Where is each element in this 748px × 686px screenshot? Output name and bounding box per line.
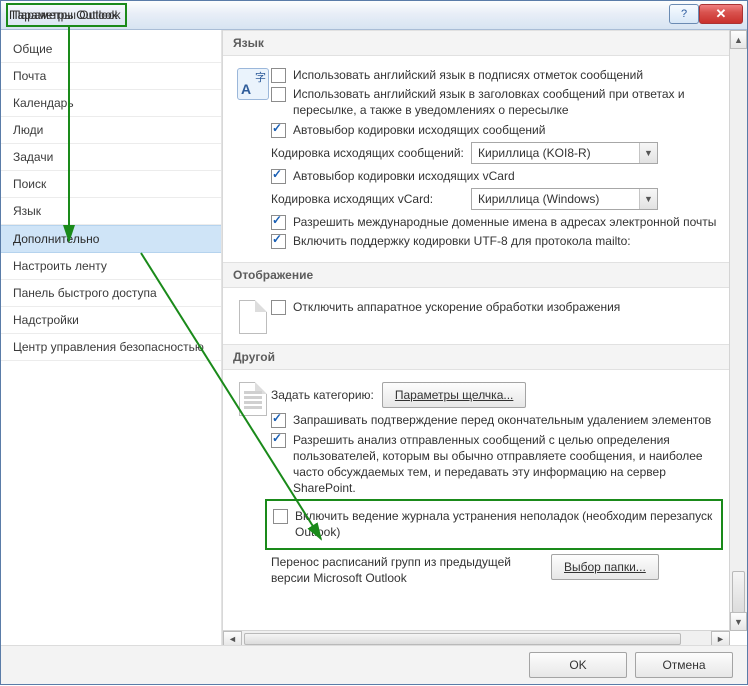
label-vcard-encoding: Кодировка исходящих vCard: <box>271 192 471 206</box>
dialog-footer: OK Отмена <box>1 645 747 684</box>
scroll-thumb[interactable] <box>732 571 745 613</box>
label-set-category: Задать категорию: <box>271 388 374 402</box>
checkbox-auto-vcard[interactable] <box>271 169 286 184</box>
label-confirm-delete: Запрашивать подтверждение перед окончате… <box>293 412 717 428</box>
sidebar-item-mail[interactable]: Почта <box>1 63 221 90</box>
window-buttons: ? ✕ <box>669 4 743 24</box>
checkbox-utf8-mailto[interactable] <box>271 234 286 249</box>
chevron-down-icon[interactable]: ▼ <box>639 143 657 163</box>
sidebar-item-tasks[interactable]: Задачи <box>1 144 221 171</box>
sidebar-item-search[interactable]: Поиск <box>1 171 221 198</box>
section-header-other: Другой <box>223 344 729 370</box>
label-idn: Разрешить международные доменные имена в… <box>293 214 717 230</box>
checkbox-confirm-delete[interactable] <box>271 413 286 428</box>
combo-vcard-encoding[interactable]: Кириллица (Windows)▼ <box>471 188 658 210</box>
choose-folder-button[interactable]: Выбор папки... <box>551 554 659 580</box>
label-english-signatures: Использовать английский язык в подписях … <box>293 67 717 83</box>
other-icon <box>239 382 267 416</box>
checkbox-english-headers[interactable] <box>271 87 286 102</box>
sidebar-item-people[interactable]: Люди <box>1 117 221 144</box>
sidebar-item-advanced[interactable]: Дополнительно <box>1 225 221 253</box>
vertical-scrollbar[interactable]: ▲ ▼ <box>729 30 747 631</box>
help-button[interactable]: ? <box>669 4 699 24</box>
checkbox-hwaccel[interactable] <box>271 300 286 315</box>
checkbox-logging[interactable] <box>273 509 288 524</box>
checkbox-auto-encoding[interactable] <box>271 123 286 138</box>
options-window: Параметры Outlook Параметры Outlook ? ✕ … <box>0 0 748 685</box>
scroll-area: Язык Использовать английский язык в подп… <box>223 30 729 631</box>
checkbox-sharepoint[interactable] <box>271 433 286 448</box>
section-header-display: Отображение <box>223 262 729 288</box>
sidebar-item-addins[interactable]: Надстройки <box>1 307 221 334</box>
category-sidebar: Общие Почта Календарь Люди Задачи Поиск … <box>1 30 222 647</box>
label-logging: Включить ведение журнала устранения непо… <box>295 508 715 540</box>
checkbox-idn[interactable] <box>271 215 286 230</box>
client-area: Общие Почта Календарь Люди Задачи Поиск … <box>1 30 747 647</box>
sidebar-item-ribbon[interactable]: Настроить ленту <box>1 253 221 280</box>
close-button[interactable]: ✕ <box>699 4 743 24</box>
label-english-headers: Использовать английский язык в заголовка… <box>293 86 717 118</box>
label-migrate-groups: Перенос расписаний групп из предыдущей в… <box>271 554 551 586</box>
label-utf8-mailto: Включить поддержку кодировки UTF-8 для п… <box>293 233 717 249</box>
display-icon <box>239 300 267 334</box>
sidebar-item-calendar[interactable]: Календарь <box>1 90 221 117</box>
scroll-down-arrow[interactable]: ▼ <box>730 612 747 631</box>
scroll-up-arrow[interactable]: ▲ <box>730 30 747 49</box>
label-auto-vcard: Автовыбор кодировки исходящих vCard <box>293 168 717 184</box>
label-out-encoding: Кодировка исходящих сообщений: <box>271 146 471 160</box>
chevron-down-icon[interactable]: ▼ <box>639 189 657 209</box>
language-icon <box>237 68 269 100</box>
ok-button[interactable]: OK <box>529 652 627 678</box>
sidebar-item-language[interactable]: Язык <box>1 198 221 225</box>
sidebar-item-qat[interactable]: Панель быстрого доступа <box>1 280 221 307</box>
section-header-language: Язык <box>223 30 729 56</box>
quick-click-button[interactable]: Параметры щелчка... <box>382 382 527 408</box>
sidebar-item-trustcenter[interactable]: Центр управления безопасностью <box>1 334 221 361</box>
logging-highlight: Включить ведение журнала устранения непо… <box>265 499 723 549</box>
label-sharepoint: Разрешить анализ отправленных сообщений … <box>293 432 717 497</box>
titlebar: Параметры Outlook Параметры Outlook ? ✕ <box>1 1 747 30</box>
label-hwaccel: Отключить аппаратное ускорение обработки… <box>293 299 717 315</box>
combo-out-encoding[interactable]: Кириллица (KOI8-R)▼ <box>471 142 658 164</box>
window-title: Параметры Outlook <box>9 8 118 22</box>
hscroll-thumb[interactable] <box>244 633 681 645</box>
checkbox-english-signatures[interactable] <box>271 68 286 83</box>
cancel-button[interactable]: Отмена <box>635 652 733 678</box>
content-pane: Язык Использовать английский язык в подп… <box>222 30 747 647</box>
sidebar-item-general[interactable]: Общие <box>1 36 221 63</box>
label-auto-encoding: Автовыбор кодировки исходящих сообщений <box>293 122 717 138</box>
